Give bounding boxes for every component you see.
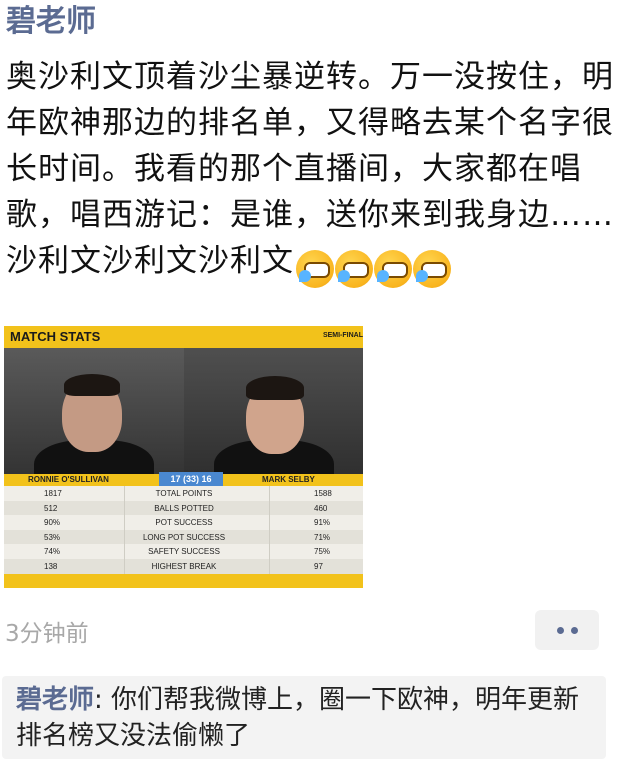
comment-item: 碧老师: 你们帮我微博上，圈一下欧神，明年更新排名榜又没法偷懒了 — [16, 682, 600, 754]
crying-laughing-face-icon — [296, 249, 334, 288]
column-divider — [124, 486, 125, 574]
stat-label: TOTAL POINTS — [155, 489, 213, 498]
stat-right: 75% — [314, 547, 331, 557]
post-text: 奥沙利文顶着沙尘暴逆转。万一没按住，明年欧神那边的排名单，又得略去某个名字很长时… — [6, 54, 616, 290]
stat-right: 460 — [314, 503, 328, 513]
stats-row: 512 BALLS POTTED 460 — [4, 500, 363, 516]
player-name-right: MARK SELBY — [262, 475, 315, 484]
crying-laughing-face-icon — [374, 249, 412, 288]
column-divider — [269, 486, 270, 574]
dot-icon — [557, 627, 564, 634]
stat-right: 71% — [314, 532, 331, 542]
more-actions-button[interactable] — [535, 610, 599, 650]
stat-left: 512 — [44, 503, 58, 513]
stats-row: 74% SAFETY SUCCESS 75% — [4, 544, 363, 559]
stats-row: 53% LONG POT SUCCESS 71% — [4, 529, 363, 545]
stat-label: LONG POT SUCCESS — [142, 532, 226, 542]
comment-author[interactable]: 碧老师 — [16, 685, 94, 715]
match-stats-image[interactable]: MATCH STATS SEMI-FINAL RONNIE O'SULLIVAN… — [4, 326, 363, 588]
stat-label: BALLS POTTED — [154, 503, 214, 513]
crying-laughing-face-icon — [335, 249, 373, 288]
dot-icon — [571, 627, 578, 634]
frame-score: 17 (33) 16 — [159, 472, 223, 486]
stat-left: 138 — [44, 562, 58, 571]
stat-left: 90% — [44, 518, 61, 528]
player-name-left: RONNIE O'SULLIVAN — [28, 475, 109, 484]
stats-title: MATCH STATS — [10, 329, 101, 344]
stat-right: 91% — [314, 518, 331, 528]
stat-left: 1817 — [44, 489, 62, 498]
stats-row: 138 HIGHEST BREAK 97 — [4, 559, 363, 574]
stat-label: POT SUCCESS — [155, 518, 213, 528]
emoji-row — [296, 244, 452, 290]
post-timestamp: 3分钟前 — [5, 621, 89, 647]
stat-label: HIGHEST BREAK — [151, 562, 217, 571]
comment-separator: : — [94, 685, 112, 715]
stats-row: 1817 TOTAL POINTS 1588 — [4, 486, 363, 501]
stat-label: SAFETY SUCCESS — [148, 547, 220, 557]
stats-row: 90% POT SUCCESS 91% — [4, 515, 363, 530]
comment-box: 碧老师: 你们帮我微博上，圈一下欧神，明年更新排名榜又没法偷懒了 — [2, 676, 606, 759]
stat-left: 53% — [44, 532, 61, 542]
crying-laughing-face-icon — [413, 249, 451, 288]
stats-table: 1817 TOTAL POINTS 1588 512 BALLS POTTED … — [4, 486, 363, 574]
stats-footer — [4, 574, 363, 588]
stat-right: 1588 — [314, 489, 332, 498]
stat-left: 74% — [44, 547, 61, 557]
stat-right: 97 — [314, 562, 323, 571]
post-author-name[interactable]: 碧老师 — [6, 4, 96, 40]
stats-round: SEMI-FINAL — [322, 332, 363, 339]
